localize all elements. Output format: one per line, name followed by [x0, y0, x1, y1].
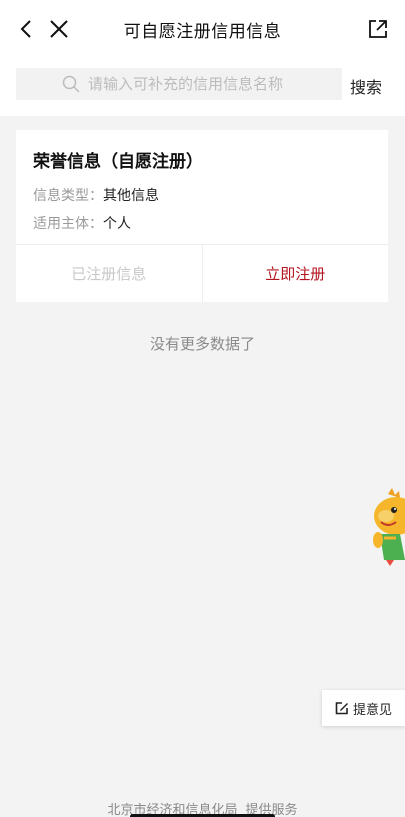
mascot-icon[interactable]: [366, 488, 405, 566]
feedback-button[interactable]: 提意见: [322, 690, 405, 726]
feedback-label: 提意见: [352, 702, 392, 718]
search-field[interactable]: [16, 68, 342, 100]
share-external-icon: [369, 20, 387, 38]
register-now-button[interactable]: 立即注册: [203, 245, 389, 302]
subject-value: 个人: [103, 216, 131, 232]
edit-icon: [335, 702, 348, 715]
subject-row: 适用主体：个人: [33, 213, 131, 233]
card-actions: 已注册信息 立即注册: [16, 245, 388, 302]
search-bar: 搜索: [0, 58, 405, 116]
credit-info-card: 荣誉信息（自愿注册） 信息类型：其他信息 适用主体：个人 已注册信息 立即注册: [16, 130, 388, 302]
card-title: 荣誉信息（自愿注册）: [33, 152, 203, 172]
top-nav-bar: 可自愿注册信用信息: [0, 0, 405, 58]
search-input[interactable]: [16, 68, 342, 100]
search-button[interactable]: 搜索: [350, 74, 382, 98]
subject-label: 适用主体：: [33, 216, 103, 232]
registered-info-button[interactable]: 已注册信息: [16, 245, 203, 302]
info-type-row: 信息类型：其他信息: [33, 185, 159, 205]
share-button[interactable]: [363, 14, 393, 44]
page-title: 可自愿注册信用信息: [123, 22, 282, 42]
info-type-label: 信息类型：: [33, 188, 103, 204]
info-type-value: 其他信息: [103, 188, 159, 204]
no-more-data-text: 没有更多数据了: [149, 335, 255, 353]
